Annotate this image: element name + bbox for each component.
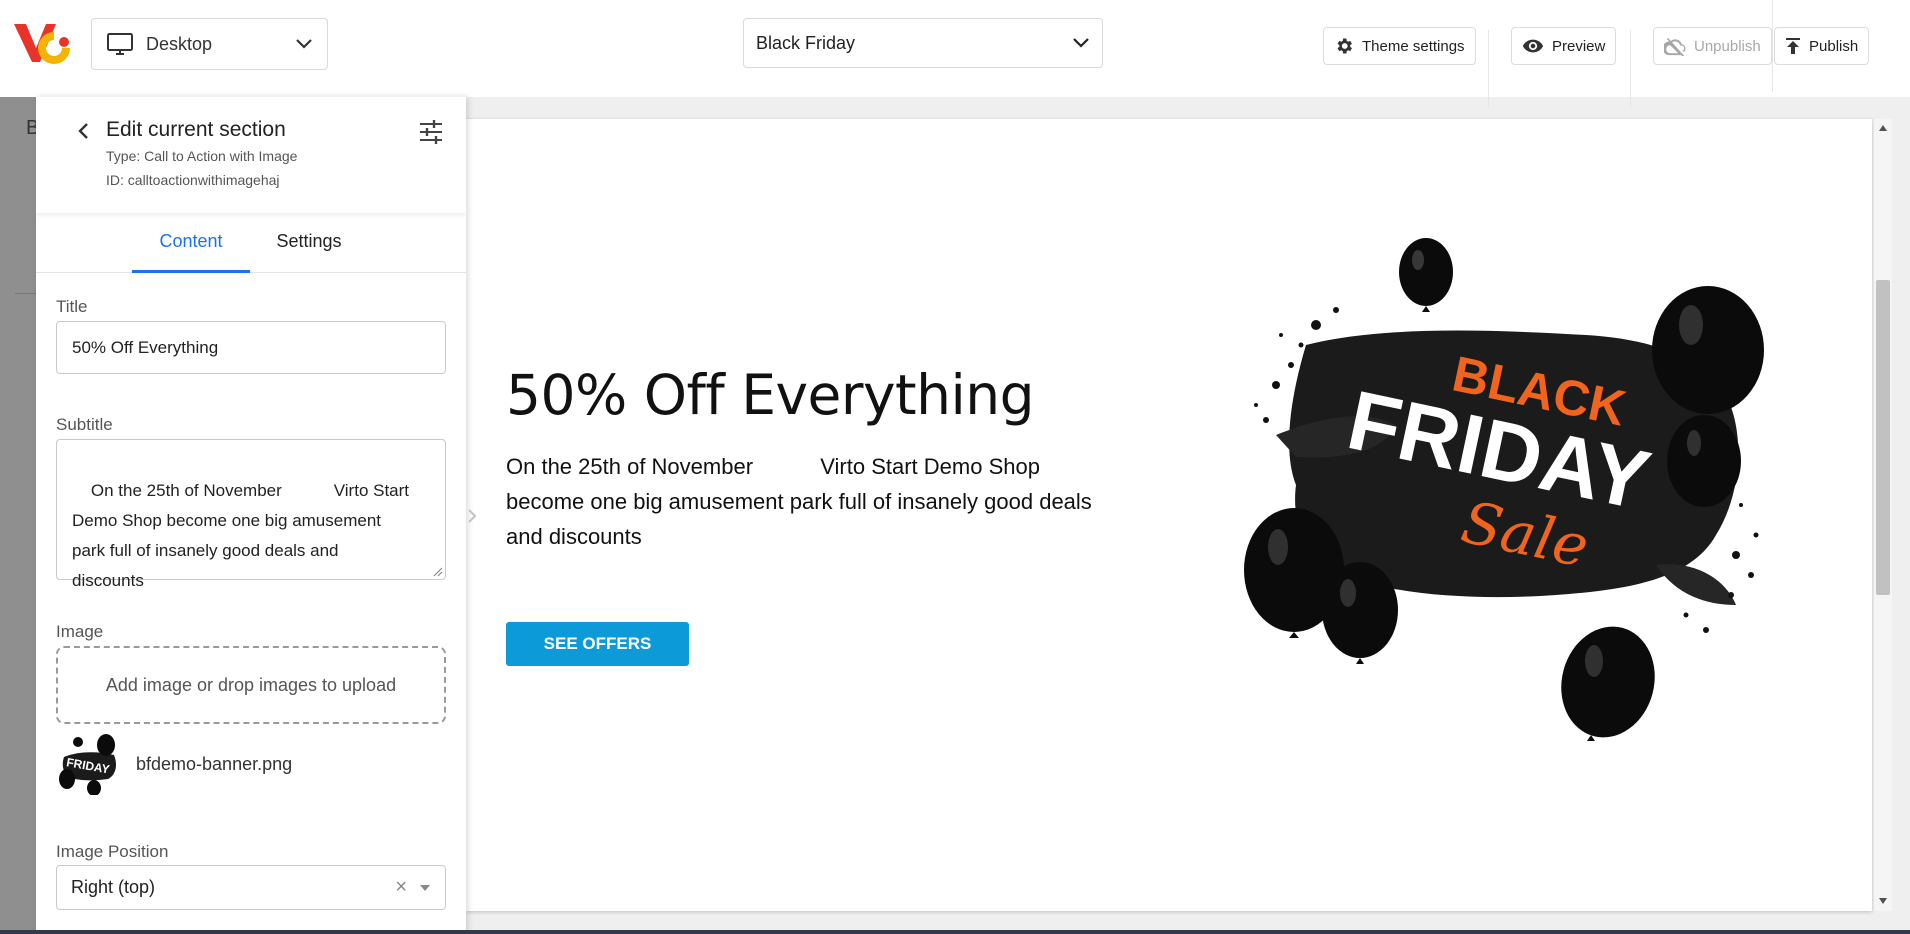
section-type: Type: Call to Action with Image (106, 148, 298, 164)
collapse-panel-icon[interactable] (463, 506, 481, 526)
preview-label: Preview (1552, 37, 1606, 55)
publish-label: Publish (1809, 37, 1859, 55)
panel-title: Edit current section (106, 118, 286, 141)
theme-settings-label: Theme settings (1362, 37, 1465, 55)
see-offers-button[interactable]: SEE OFFERS (506, 622, 689, 666)
page-select-label: Black Friday (756, 32, 856, 53)
back-arrow-icon[interactable] (72, 119, 96, 143)
unpublish-button[interactable]: Unpublish (1653, 27, 1772, 65)
cta-title: 50% Off Everything (506, 363, 1035, 427)
cloud-off-icon (1664, 37, 1686, 56)
gear-icon (1337, 38, 1352, 54)
subtitle-field-label: Subtitle (56, 415, 113, 434)
image-field-label: Image (56, 622, 104, 641)
virto-logo (14, 24, 70, 64)
image-position-select[interactable]: Right (top) × (56, 865, 446, 910)
section-id: ID: calltoactionwithimagehaj (106, 172, 280, 188)
scrollbar-thumb[interactable] (1876, 280, 1890, 595)
taskbar-strip (0, 930, 1910, 934)
sliders-icon[interactable] (418, 119, 444, 145)
title-input[interactable]: 50% Off Everything (56, 321, 446, 374)
subtitle-text: On the 25th of November Virto Start Demo… (72, 481, 410, 590)
image-file-name: bfdemo-banner.png (136, 754, 293, 774)
chevron-down-icon (296, 39, 312, 49)
background-divider (15, 293, 36, 294)
caret-down-icon (420, 884, 430, 891)
publish-button[interactable]: Publish (1774, 27, 1870, 65)
image-dropzone[interactable]: Add image or drop images to upload (56, 646, 446, 724)
scroll-up-arrow-icon[interactable] (1878, 124, 1888, 132)
preview-canvas: 50% Off Everything On the 25th of Novemb… (466, 119, 1872, 911)
resize-handle-icon[interactable] (433, 567, 443, 577)
top-bar: Desktop Black Friday Theme settings Prev… (0, 0, 1910, 108)
page-select[interactable]: Black Friday (743, 18, 1103, 68)
monitor-icon (107, 33, 133, 55)
image-position-label: Image Position (56, 842, 169, 861)
device-select-label: Desktop (146, 33, 213, 54)
panel-tabs: Content Settings (36, 213, 466, 273)
black-friday-banner-image: BLACK FRIDAY Sale (1244, 238, 1764, 741)
toolbar-divider (1488, 30, 1489, 108)
theme-settings-button[interactable]: Theme settings (1323, 27, 1476, 65)
dropzone-text: Add image or drop images to upload (105, 674, 397, 695)
panel-header: Edit current section Type: Call to Actio… (36, 97, 466, 213)
preview-button[interactable]: Preview (1511, 27, 1617, 65)
edit-section-panel: Edit current section Type: Call to Actio… (36, 97, 466, 934)
cta-subtitle: On the 25th of November Virto Start Demo… (506, 454, 1092, 549)
image-thumbnail[interactable]: FRIDAY (58, 733, 120, 795)
device-select[interactable]: Desktop (91, 18, 328, 70)
eye-icon (1522, 39, 1544, 53)
dimmed-overlay (0, 97, 36, 934)
chevron-down-icon (1073, 38, 1089, 48)
toolbar-divider (1630, 30, 1631, 108)
upload-icon (1786, 38, 1800, 54)
tab-content[interactable]: Content (132, 213, 250, 273)
tab-settings[interactable]: Settings (250, 213, 368, 273)
scroll-down-arrow-icon[interactable] (1878, 897, 1888, 905)
toolbar-divider (1772, 0, 1773, 92)
subtitle-textarea[interactable]: On the 25th of November Virto Start Demo… (56, 439, 446, 590)
clear-icon[interactable]: × (395, 876, 407, 899)
unpublish-label: Unpublish (1694, 37, 1761, 55)
image-position-value: Right (top) (71, 877, 156, 897)
title-field-label: Title (56, 297, 88, 316)
